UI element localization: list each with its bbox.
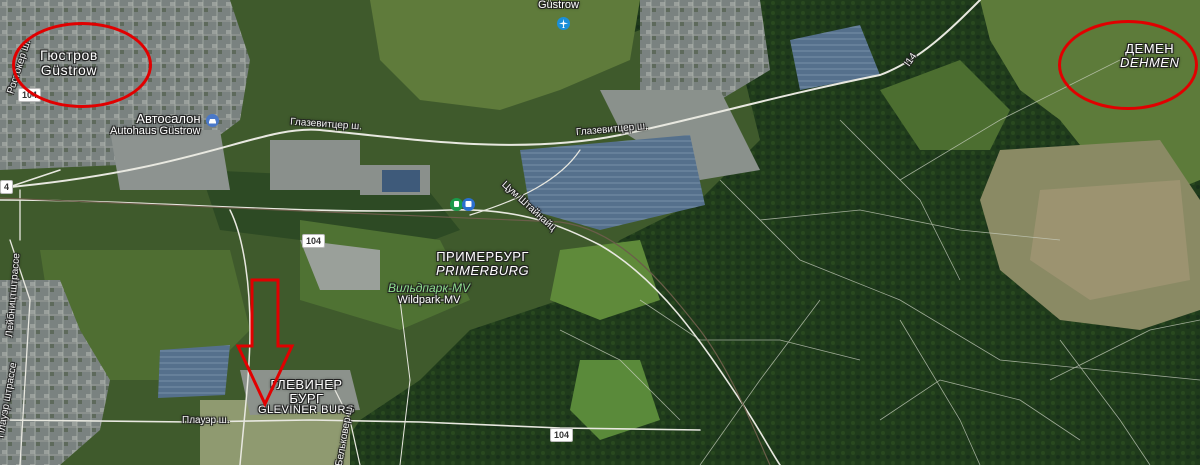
- map-imagery: [0, 0, 1200, 465]
- annotation-ellipse-demen: [1058, 20, 1198, 110]
- car-dealer-icon[interactable]: [206, 114, 219, 127]
- road-shield-104-b: 104: [550, 428, 574, 442]
- road-shield-4: 4: [0, 180, 14, 194]
- poi-autosalon-de: Autohaus Güstrow: [110, 124, 201, 137]
- poi-wildpark[interactable]: Вильдпарк-MV Wildpark-MV: [388, 282, 470, 306]
- bus-stop-icon[interactable]: [462, 198, 475, 211]
- place-label-primerburg-ru: ПРИМЕРБУРГ: [436, 249, 529, 264]
- poi-wildpark-ru: Вильдпарк-MV: [388, 281, 471, 295]
- road-shield-104-a: 104: [302, 234, 326, 248]
- satellite-map[interactable]: Гюстров Güstrow ДЕМЕН DEHMEN ПРИМЕРБУРГ …: [0, 0, 1200, 465]
- place-label-primerburg: ПРИМЕРБУРГ PRIMERBURG: [436, 250, 529, 277]
- poi-autosalon[interactable]: Автосалон Autohaus Güstrow: [110, 112, 201, 137]
- annotation-arrow-down-icon: [235, 278, 295, 408]
- road-label-plauer-sh: Плауэр ш.: [182, 415, 230, 426]
- place-label-primerburg-de: PRIMERBURG: [436, 262, 530, 278]
- poi-airfield[interactable]: Güstrow: [538, 0, 579, 12]
- poi-wildpark-de: Wildpark-MV: [397, 293, 461, 306]
- poi-airfield-label: Güstrow: [538, 0, 579, 11]
- poi-autosalon-ru: Автосалон: [136, 111, 201, 126]
- airport-icon[interactable]: [557, 17, 570, 30]
- annotation-ellipse-guestrow: [12, 22, 152, 108]
